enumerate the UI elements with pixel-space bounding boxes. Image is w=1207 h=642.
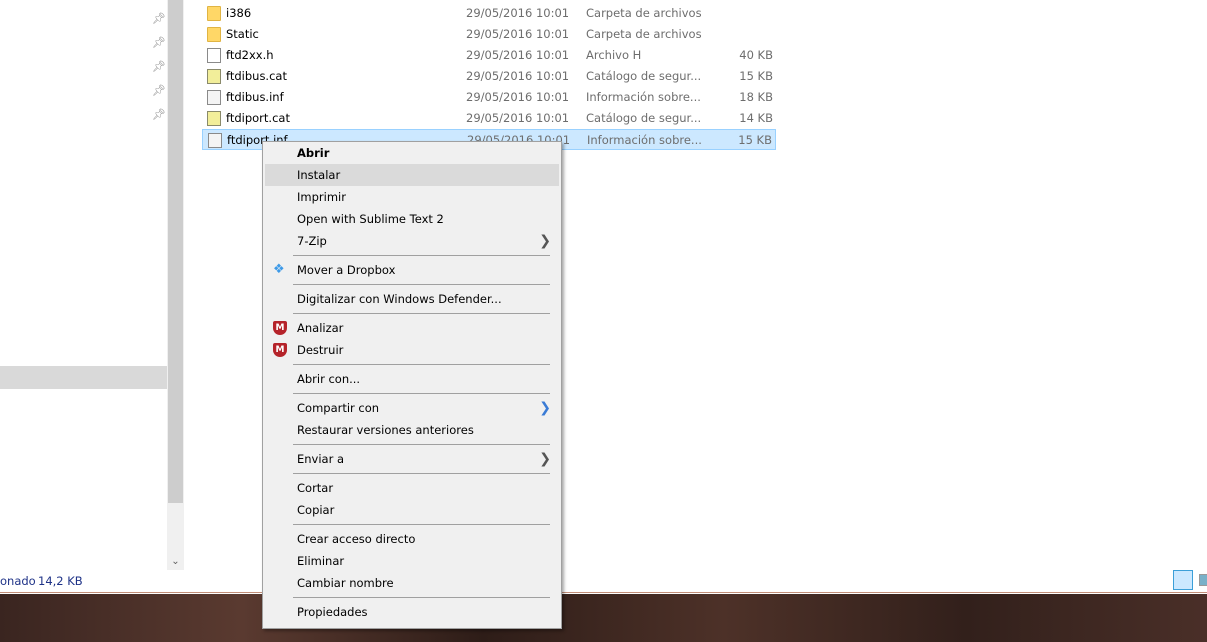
- file-name: ftd2xx.h: [226, 48, 274, 62]
- file-name: ftdibus.inf: [226, 90, 284, 104]
- file-date: 29/05/2016 10:01: [466, 6, 570, 20]
- file-row[interactable]: ftdibus.inf 29/05/2016 10:01 Información…: [202, 87, 776, 108]
- menu-separator: [293, 524, 550, 525]
- file-type: Catálogo de segur...: [586, 111, 702, 125]
- menu-item-abrir-con[interactable]: Abrir con...: [265, 368, 559, 390]
- pin-icon[interactable]: 📌︎: [152, 108, 166, 121]
- file-size: 18 KB: [739, 90, 773, 104]
- pin-icon[interactable]: 📌︎: [152, 36, 166, 49]
- status-bar: onado 14,2 KB: [0, 570, 1207, 593]
- file-size: 40 KB: [739, 48, 773, 62]
- file-date: 29/05/2016 10:01: [466, 90, 570, 104]
- file-size: 15 KB: [738, 133, 772, 147]
- file-row[interactable]: ftdibus.cat 29/05/2016 10:01 Catálogo de…: [202, 66, 776, 87]
- menu-item-copiar[interactable]: Copiar: [265, 499, 559, 521]
- menu-separator: [293, 597, 550, 598]
- file-row[interactable]: i386 29/05/2016 10:01 Carpeta de archivo…: [202, 3, 776, 24]
- dropbox-icon: ❖: [273, 262, 285, 277]
- large-icons-view-button[interactable]: [1199, 574, 1207, 586]
- menu-item-cortar[interactable]: Cortar: [265, 477, 559, 499]
- menu-item-instalar[interactable]: Instalar: [265, 164, 559, 186]
- setup-info-icon: [207, 90, 221, 105]
- desktop-background: [0, 594, 1207, 642]
- menu-item-eliminar[interactable]: Eliminar: [265, 550, 559, 572]
- file-type: Información sobre...: [587, 133, 702, 147]
- folder-icon: [207, 27, 221, 42]
- menu-item-imprimir[interactable]: Imprimir: [265, 186, 559, 208]
- menu-separator: [293, 255, 550, 256]
- pin-icon[interactable]: 📌︎: [152, 84, 166, 97]
- setup-info-icon: [208, 133, 222, 148]
- menu-separator: [293, 473, 550, 474]
- scroll-down-button[interactable]: ⌄: [167, 553, 184, 570]
- file-type: Carpeta de archivos: [586, 27, 702, 41]
- menu-item-abrir[interactable]: Abrir: [265, 142, 559, 164]
- menu-separator: [293, 313, 550, 314]
- mcafee-shield-icon: M: [273, 321, 287, 335]
- menu-separator: [293, 444, 550, 445]
- navigation-pane: 📌︎ 📌︎ 📌︎ 📌︎ 📌︎: [0, 0, 167, 570]
- menu-item-acceso[interactable]: Crear acceso directo: [265, 528, 559, 550]
- menu-item-defender[interactable]: Digitalizar con Windows Defender...: [265, 288, 559, 310]
- context-menu: Abrir Instalar Imprimir Open with Sublim…: [262, 141, 562, 629]
- file-type: Carpeta de archivos: [586, 6, 702, 20]
- catalog-icon: [207, 111, 221, 126]
- catalog-icon: [207, 69, 221, 84]
- file-type: Información sobre...: [586, 90, 701, 104]
- status-size: 14,2 KB: [38, 574, 83, 588]
- file-row[interactable]: ftdiport.cat 29/05/2016 10:01 Catálogo d…: [202, 108, 776, 129]
- file-size: 14 KB: [739, 111, 773, 125]
- details-view-button[interactable]: [1173, 570, 1193, 590]
- file-type: Archivo H: [586, 48, 642, 62]
- menu-item-compartir[interactable]: Compartir con ❯: [265, 397, 559, 419]
- menu-separator: [293, 364, 550, 365]
- file-name: Static: [226, 27, 259, 41]
- chevron-right-icon: ❯: [539, 451, 551, 467]
- menu-item-dropbox[interactable]: ❖ Mover a Dropbox: [265, 259, 559, 281]
- file-name: i386: [226, 6, 252, 20]
- pin-icon[interactable]: 📌︎: [152, 60, 166, 73]
- file-type: Catálogo de segur...: [586, 69, 702, 83]
- menu-item-enviar[interactable]: Enviar a ❯: [265, 448, 559, 470]
- file-date: 29/05/2016 10:01: [466, 69, 570, 83]
- file-date: 29/05/2016 10:01: [466, 111, 570, 125]
- folder-icon: [207, 6, 221, 21]
- menu-item-analizar[interactable]: M Analizar: [265, 317, 559, 339]
- chevron-right-icon: ❯: [539, 400, 551, 416]
- file-row[interactable]: Static 29/05/2016 10:01 Carpeta de archi…: [202, 24, 776, 45]
- nav-selected-item[interactable]: [0, 366, 167, 389]
- nav-scrollbar[interactable]: ⌄: [167, 0, 184, 570]
- menu-item-7zip[interactable]: 7-Zip ❯: [265, 230, 559, 252]
- pin-icon[interactable]: 📌︎: [152, 12, 166, 25]
- scrollbar-thumb[interactable]: [168, 0, 183, 503]
- mcafee-shield-icon: M: [273, 343, 287, 357]
- menu-item-sublime[interactable]: Open with Sublime Text 2: [265, 208, 559, 230]
- chevron-right-icon: ❯: [539, 233, 551, 249]
- status-selected-text: onado: [0, 574, 36, 588]
- file-name: ftdiport.cat: [226, 111, 290, 125]
- menu-item-cambiar[interactable]: Cambiar nombre: [265, 572, 559, 594]
- menu-item-propiedades[interactable]: Propiedades: [265, 601, 559, 623]
- file-row[interactable]: ftd2xx.h 29/05/2016 10:01 Archivo H 40 K…: [202, 45, 776, 66]
- file-icon: [207, 48, 221, 63]
- file-size: 15 KB: [739, 69, 773, 83]
- menu-item-destruir[interactable]: M Destruir: [265, 339, 559, 361]
- file-date: 29/05/2016 10:01: [466, 48, 570, 62]
- menu-item-restaurar[interactable]: Restaurar versiones anteriores: [265, 419, 559, 441]
- menu-separator: [293, 393, 550, 394]
- menu-separator: [293, 284, 550, 285]
- file-date: 29/05/2016 10:01: [466, 27, 570, 41]
- file-name: ftdibus.cat: [226, 69, 287, 83]
